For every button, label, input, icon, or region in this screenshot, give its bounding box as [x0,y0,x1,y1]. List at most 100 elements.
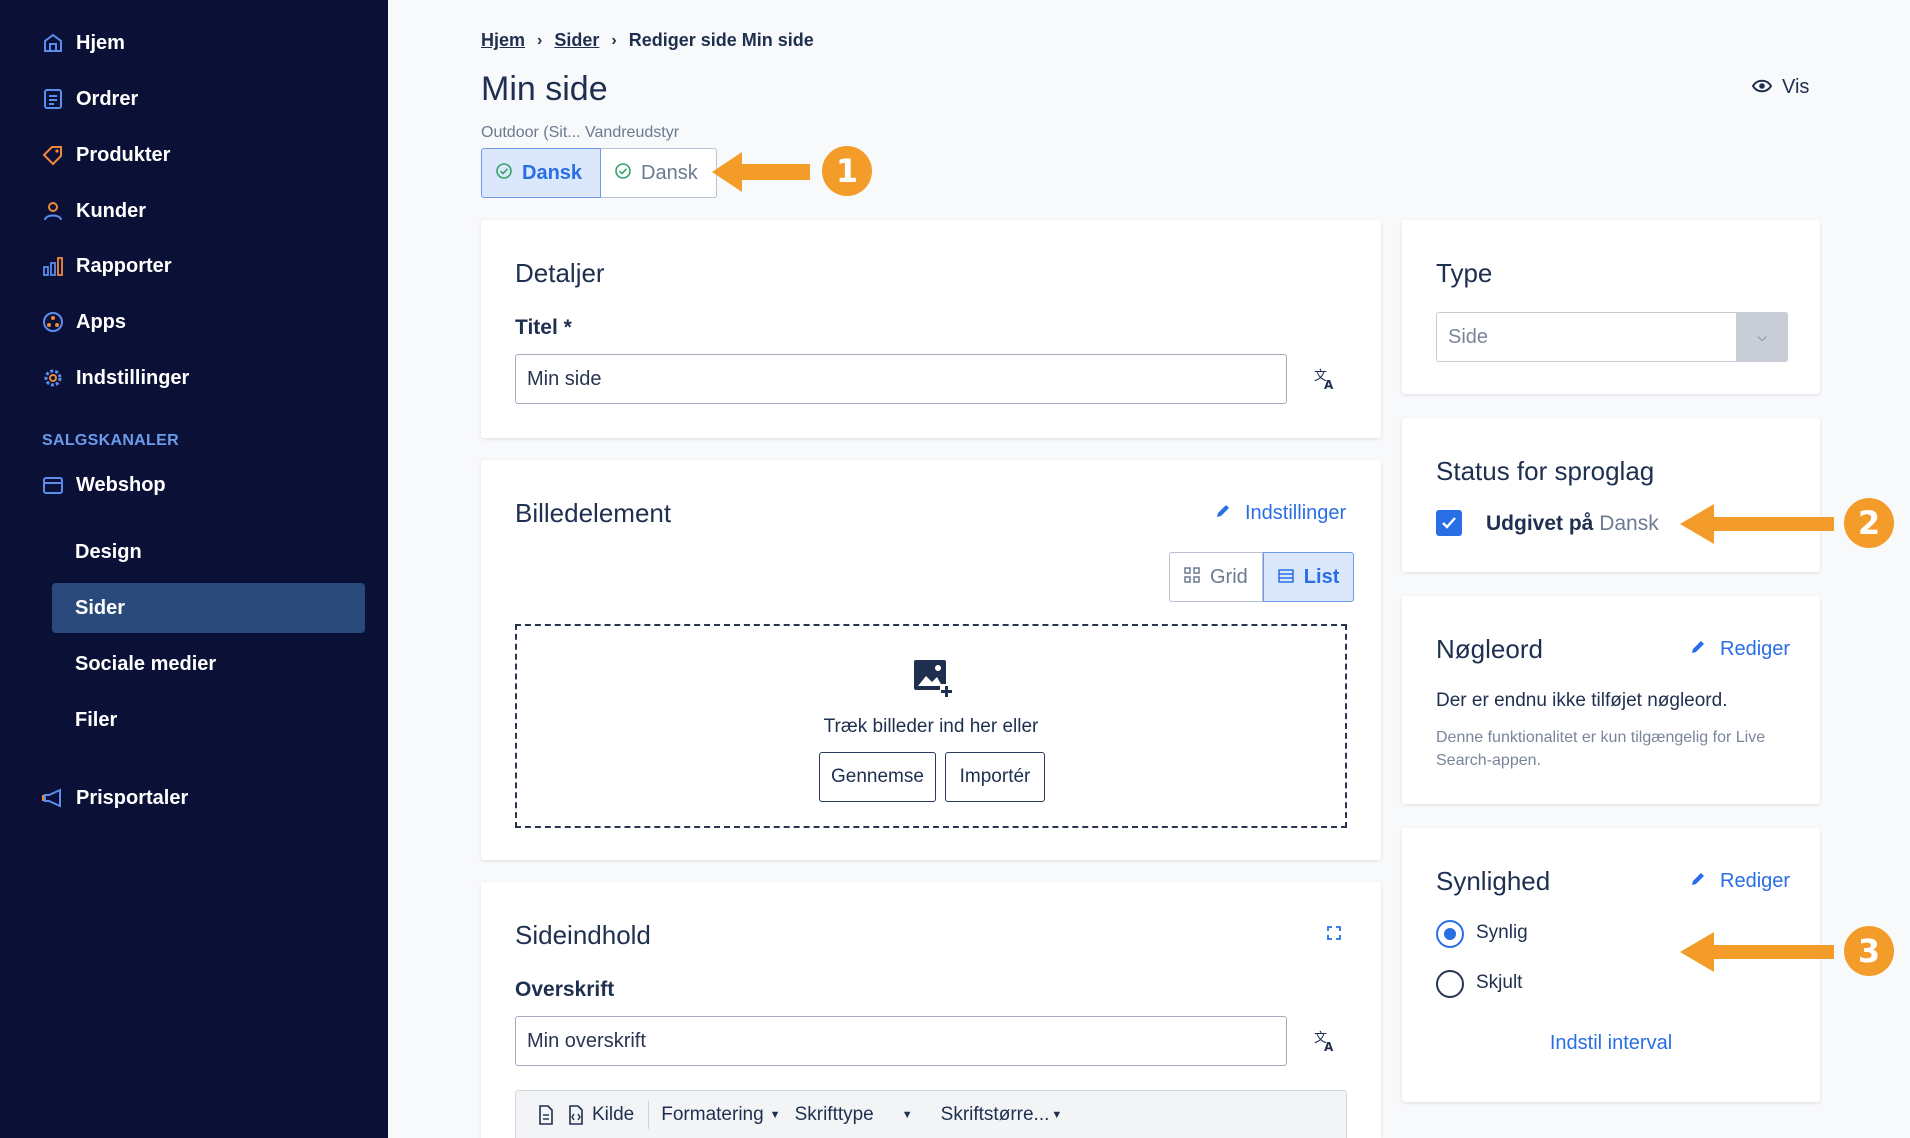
image-settings-button[interactable]: Indstillinger [1215,502,1346,525]
sidebar-item-webshop[interactable]: Webshop [42,467,166,503]
home-icon [42,32,64,54]
type-card: Type Side ⌵ [1402,220,1820,394]
callout-arrow-3 [1680,932,1834,972]
type-select[interactable]: Side ⌵ [1436,312,1788,362]
sidebar-item-orders[interactable]: Ordrer [42,81,138,117]
sidebar-item-label: Sider [75,596,126,619]
language-status-title: Status for sproglag [1436,456,1655,486]
type-select-value: Side [1448,325,1489,348]
view-label: Vis [1782,76,1810,98]
sidebar-item-products[interactable]: Produkter [42,137,170,173]
sidebar-item-apps[interactable]: Apps [42,304,126,340]
hidden-radio[interactable] [1436,970,1464,998]
apps-icon [42,311,64,333]
title-field-label: Titel * [515,316,572,339]
callout-badge-1: 1 [822,146,872,196]
eye-icon [1751,76,1773,99]
check-circle-icon [496,162,512,185]
sidebar-item-price-portals[interactable]: Prisportaler [42,780,188,816]
language-tab-label: Dansk [641,161,698,184]
image-dropzone[interactable]: Træk billeder ind her eller Gennemse Imp… [515,624,1347,828]
sidebar-item-label: Apps [76,310,126,333]
sidebar-item-home[interactable]: Hjem [42,25,125,61]
sidebar-subitem-social-media[interactable]: Sociale medier [52,639,365,689]
language-tab-label: Dansk [522,161,583,184]
chevron-right-icon: › [611,31,617,49]
check-icon [1442,517,1456,529]
font-dropdown[interactable]: Skrifttype ▼ [795,1104,913,1126]
chevron-down-icon: ⌵ [1736,312,1788,362]
visible-radio[interactable] [1436,920,1464,948]
source-button[interactable]: Kilde [568,1104,634,1126]
sidebar-item-label: Webshop [76,473,166,496]
published-checkbox[interactable] [1436,510,1462,536]
sidebar-item-label: Filer [75,708,118,731]
keywords-note: Denne funktionalitet er kun tilgængelig … [1436,729,1766,769]
expand-icon[interactable] [1327,926,1341,940]
document-icon[interactable] [538,1104,554,1125]
translate-icon[interactable]: 文 A [1313,367,1337,391]
details-title: Detaljer [515,258,605,288]
sidebar: Hjem Ordrer Produkter Kunder Rapporter A… [0,0,388,1138]
sidebar-subitem-files[interactable]: Filer [52,695,365,745]
sidebar-section-heading: SALGSKANALER [42,432,179,449]
dropzone-text: Træk billeder ind her eller [823,716,1039,737]
visibility-title: Synlighed [1436,866,1551,896]
source-label: Kilde [592,1103,635,1125]
browse-button[interactable]: Gennemse [819,752,936,802]
keywords-title: Nøgleord [1436,634,1543,664]
format-label: Formatering [661,1103,764,1125]
details-card: Detaljer Titel * Min side 文 A [481,220,1381,438]
grid-icon [1184,566,1200,589]
format-dropdown[interactable]: Formatering ▼ [661,1104,780,1126]
sidebar-item-label: Hjem [76,31,125,54]
caret-down-icon: ▼ [1051,1108,1063,1121]
language-tab-1[interactable]: Dansk [481,148,602,198]
sidebar-item-settings[interactable]: Indstillinger [42,360,189,396]
breadcrumb-current: Rediger side Min side [628,30,814,50]
keywords-edit-label: Rediger [1720,638,1791,660]
sidebar-subitem-pages[interactable]: Sider [52,583,365,633]
heading-input[interactable]: Min overskrift [515,1016,1287,1066]
keywords-edit-button[interactable]: Rediger [1690,638,1790,661]
font-label: Skrifttype [794,1103,874,1125]
keywords-empty-text: Der er endnu ikke tilføjet nøgleord. [1436,690,1728,711]
breadcrumb-home-link[interactable]: Hjem [481,30,525,51]
breadcrumb-pages-link[interactable]: Sider [554,30,599,51]
breadcrumb: Hjem › Sider › Rediger side Min side [481,30,814,51]
callout-arrow-2 [1680,504,1834,544]
sidebar-item-reports[interactable]: Rapporter [42,248,172,284]
heading-input-value: Min overskrift [527,1029,646,1052]
set-interval-link[interactable]: Indstil interval [1402,1032,1820,1055]
view-list-button[interactable]: List [1262,552,1355,602]
type-title: Type [1436,258,1493,288]
user-icon [42,200,64,222]
visibility-edit-button[interactable]: Rediger [1690,870,1790,893]
callout-arrow-1 [712,152,810,192]
sidebar-item-label: Prisportaler [76,786,189,809]
page-title: Min side [481,70,608,108]
view-toggle: Grid List [1169,552,1355,602]
view-grid-label: Grid [1210,565,1248,588]
published-label: Udgivet på Dansk [1486,512,1659,536]
caret-down-icon: ▼ [769,1108,781,1121]
sidebar-item-customers[interactable]: Kunder [42,193,146,229]
pencil-icon [1215,502,1231,525]
sidebar-item-label: Sociale medier [75,652,217,675]
language-tab-2[interactable]: Dansk [601,148,717,198]
sidebar-item-label: Ordrer [76,87,139,110]
title-input[interactable]: Min side [515,354,1287,404]
toolbar-divider [648,1100,650,1129]
callout-badge-3: 3 [1844,926,1894,976]
heading-field-label: Overskrift [515,978,615,1001]
font-size-dropdown[interactable]: Skriftstørre... ▼ [941,1104,1063,1126]
view-grid-button[interactable]: Grid [1169,552,1263,602]
view-page-link[interactable]: Vis [1751,76,1810,99]
translate-icon[interactable]: 文 A [1313,1029,1337,1053]
sidebar-subitem-design[interactable]: Design [52,527,365,577]
image-element-title: Billedelement [515,498,672,528]
import-button[interactable]: Importér [945,752,1045,802]
sidebar-item-label: Rapporter [76,254,172,277]
published-language: Dansk [1599,512,1659,535]
hidden-label: Skjult [1476,972,1523,993]
